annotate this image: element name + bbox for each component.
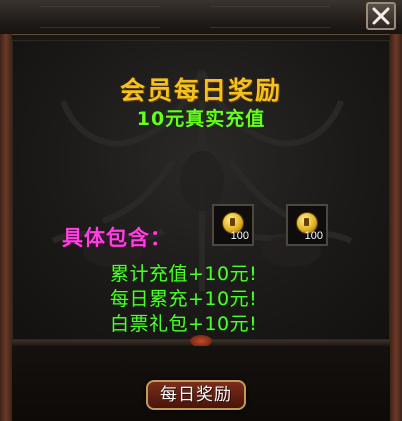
- close-button[interactable]: [366, 2, 396, 30]
- reward-subtitle: 10元真实充值: [136, 108, 266, 130]
- reward-title: 会员每日奖励: [119, 76, 282, 105]
- includes-label: 具体包含：: [62, 226, 172, 250]
- reward-item-slot-2[interactable]: 100: [286, 204, 328, 246]
- item-quantity: 100: [304, 230, 323, 242]
- title-bar-ornament-left: [40, 6, 160, 28]
- benefit-line-2: 每日累充+10元!: [110, 288, 258, 310]
- close-x-icon: [372, 7, 390, 25]
- reward-window: 会员每日奖励 10元真实充值 具体包含： 100 100 累计充值+10元! 每…: [0, 0, 402, 421]
- benefit-line-3: 白票礼包+10元!: [110, 313, 258, 335]
- item-quantity: 100: [230, 230, 249, 242]
- benefit-line-1: 累计充值+10元!: [110, 263, 258, 285]
- title-bar-ornament-right: [210, 6, 330, 28]
- daily-reward-claim-button[interactable]: 每日奖励: [146, 380, 246, 410]
- window-title-bar: [0, 0, 402, 35]
- reward-item-slot-1[interactable]: 100: [212, 204, 254, 246]
